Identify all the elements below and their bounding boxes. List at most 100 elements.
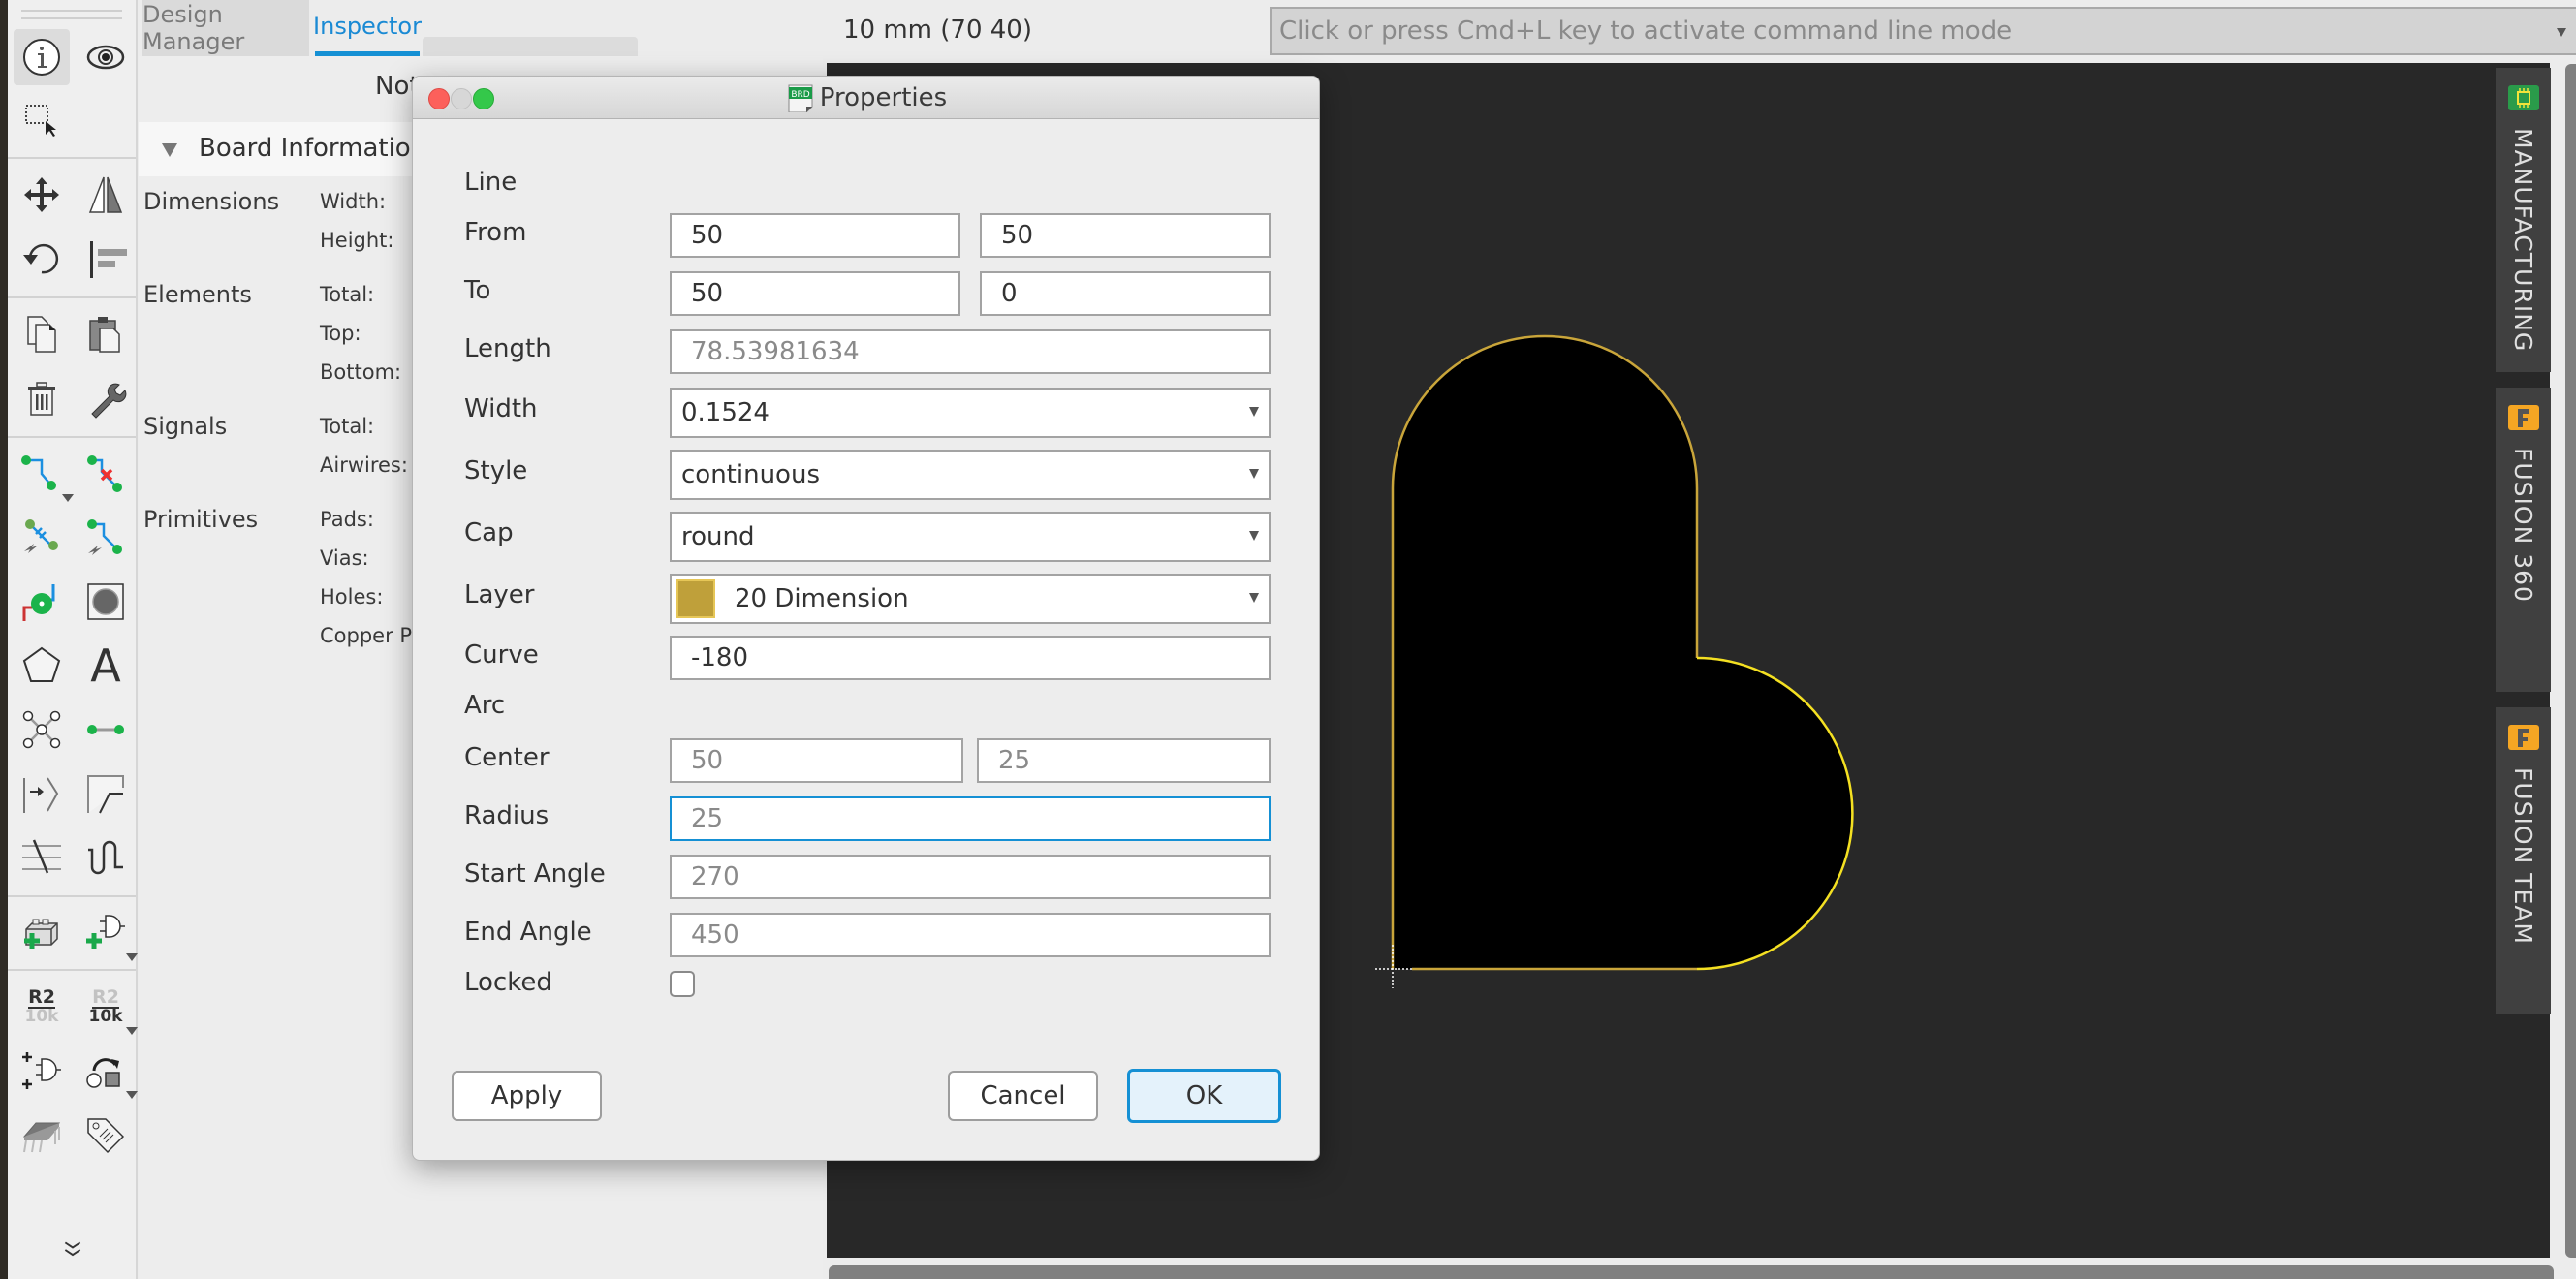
text-button[interactable]: A: [78, 638, 134, 694]
field-label: Airwires:: [320, 453, 408, 477]
add-gate-button[interactable]: [78, 905, 138, 961]
manufacturing-tab[interactable]: MANUFACTURING: [2496, 68, 2551, 372]
miter-button[interactable]: [14, 765, 70, 822]
center-x-input[interactable]: 50: [670, 738, 963, 783]
command-line-input[interactable]: Click or press Cmd+L key to activate com…: [1270, 7, 2576, 55]
style-select[interactable]: continuous: [670, 450, 1271, 500]
toolbar-grip[interactable]: [21, 17, 122, 19]
tab-inspector[interactable]: Inspector: [313, 0, 422, 56]
add-package-icon: [24, 919, 58, 949]
split-button[interactable]: [78, 765, 134, 822]
rotate-icon: [23, 243, 59, 274]
apply-button[interactable]: Apply: [452, 1071, 602, 1121]
from-x-value: 50: [691, 221, 724, 250]
radius-input[interactable]: 25: [670, 796, 1271, 841]
attribute-button[interactable]: [78, 1107, 134, 1163]
field-label: Width:: [320, 190, 387, 213]
dropdown-caret-icon: [126, 1027, 138, 1035]
value-icon-bottom: 10k: [88, 1007, 123, 1026]
panel-tab-bar: Design Manager Inspector: [139, 0, 823, 56]
curve-input[interactable]: -180: [670, 636, 1271, 680]
show-button[interactable]: [78, 29, 134, 85]
hole-button[interactable]: [78, 574, 134, 630]
cap-select[interactable]: round: [670, 512, 1271, 562]
wire-button[interactable]: [78, 702, 134, 758]
meander-icon: [88, 840, 123, 875]
chevron-down-icon: [1249, 531, 1259, 541]
align-button[interactable]: [78, 231, 134, 287]
value-icon-top: R2: [92, 986, 119, 1009]
to-y-input[interactable]: 0: [980, 271, 1271, 316]
info-button[interactable]: [14, 29, 70, 85]
length-input[interactable]: 78.53981634: [670, 329, 1271, 374]
ok-button[interactable]: OK: [1127, 1069, 1281, 1123]
ripup-button[interactable]: [78, 446, 134, 502]
from-y-input[interactable]: 50: [980, 213, 1271, 258]
via-button[interactable]: [14, 574, 70, 630]
route-button[interactable]: [14, 446, 74, 502]
copy-button[interactable]: [14, 306, 70, 362]
field-label: Vias:: [320, 546, 369, 570]
to-x-value: 50: [691, 279, 724, 308]
from-label: From: [464, 218, 527, 247]
layer-select[interactable]: 20 Dimension: [670, 574, 1271, 624]
width-select[interactable]: 0.1524: [670, 388, 1271, 438]
group-select-icon: [25, 105, 56, 137]
route-multi-button[interactable]: [78, 510, 134, 566]
dialog-title-text: Properties: [819, 83, 948, 112]
vertical-scrollbar[interactable]: [2565, 64, 2576, 1258]
change-button[interactable]: [78, 370, 134, 426]
chevron-down-icon[interactable]: [2557, 28, 2566, 37]
toolbar-grip[interactable]: [21, 10, 122, 12]
add-package-button[interactable]: [14, 905, 70, 961]
toolbar-divider: [8, 436, 136, 438]
meander-tune-button[interactable]: [78, 829, 134, 886]
center-y-input[interactable]: 25: [977, 738, 1271, 783]
tab-design-manager[interactable]: Design Manager: [142, 0, 309, 56]
curve-value: -180: [691, 643, 749, 672]
start-angle-input[interactable]: 270: [670, 855, 1271, 899]
invoke-button[interactable]: [14, 1043, 70, 1099]
category-primitives: Primitives: [143, 506, 259, 533]
style-value: continuous: [681, 460, 820, 489]
fusion360-tab[interactable]: FUSION 360: [2496, 388, 2551, 692]
autorouter-button[interactable]: [14, 510, 70, 566]
meander-button[interactable]: [14, 829, 70, 886]
center-x-value: 50: [691, 746, 724, 775]
to-y-value: 0: [1001, 279, 1018, 308]
name-button[interactable]: R2 10k: [14, 979, 70, 1035]
paste-button[interactable]: [78, 306, 134, 362]
autorouter-icon: [24, 519, 58, 553]
more-tools-button[interactable]: [45, 1231, 101, 1269]
to-x-input[interactable]: 50: [670, 271, 960, 316]
replace-button[interactable]: [78, 1043, 138, 1099]
chevron-down-icon: [1249, 469, 1259, 479]
group-button[interactable]: [14, 91, 70, 147]
from-x-input[interactable]: 50: [670, 213, 960, 258]
polygon-icon: [22, 646, 61, 682]
move-button[interactable]: [14, 167, 70, 223]
value-button[interactable]: R2 10k: [78, 979, 138, 1035]
attribute-tag-icon: [87, 1118, 125, 1154]
package-button[interactable]: [14, 1107, 70, 1163]
fusion-team-tab[interactable]: FUSION TEAM: [2496, 707, 2551, 1014]
collapse-triangle-icon[interactable]: [162, 143, 177, 157]
chevron-down-icon: [1249, 407, 1259, 417]
mirror-button[interactable]: [78, 167, 134, 223]
layer-color-swatch: [676, 579, 715, 618]
brd-file-icon: BRD: [787, 83, 814, 112]
signal-button[interactable]: [14, 702, 70, 758]
polygon-button[interactable]: [14, 638, 70, 694]
cancel-button[interactable]: Cancel: [948, 1071, 1098, 1121]
fusion360-tab-label: FUSION 360: [2509, 448, 2537, 603]
rotate-button[interactable]: [14, 231, 70, 287]
mirror-icon: [88, 176, 123, 213]
dropdown-caret-icon: [126, 953, 138, 961]
end-angle-input[interactable]: 450: [670, 913, 1271, 957]
chevron-down-icon: [1249, 593, 1259, 603]
hole-icon: [87, 583, 124, 620]
horizontal-scrollbar[interactable]: [829, 1265, 2554, 1279]
locked-checkbox[interactable]: [670, 971, 695, 997]
delete-button[interactable]: [14, 370, 70, 426]
radius-label: Radius: [464, 801, 550, 830]
